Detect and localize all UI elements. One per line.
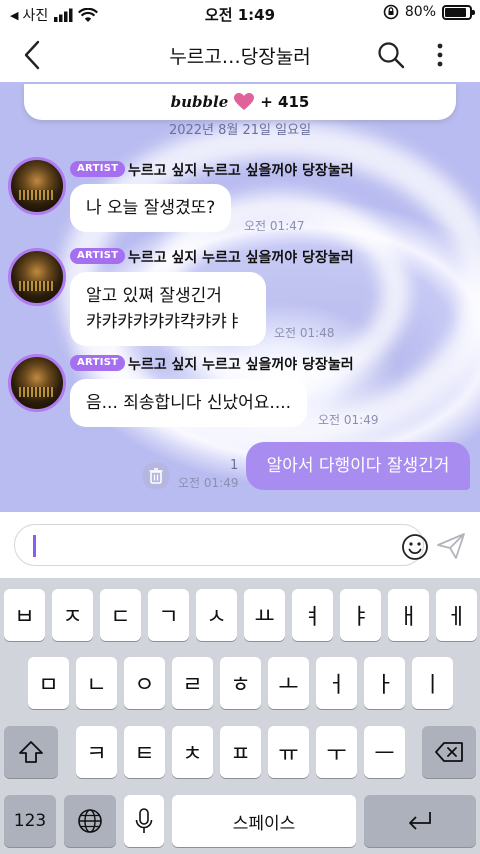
key[interactable]: ㅌ <box>124 726 165 778</box>
key[interactable]: ㅊ <box>172 726 213 778</box>
avatar[interactable] <box>8 354 66 412</box>
more-vertical-icon[interactable] <box>430 40 450 70</box>
battery-icon <box>442 4 475 20</box>
key[interactable]: ㄷ <box>100 589 141 641</box>
bubble-count: + 415 <box>260 93 310 111</box>
key[interactable]: ㅁ <box>28 657 69 709</box>
message-input[interactable] <box>14 524 428 566</box>
key[interactable]: ㅜ <box>316 726 357 778</box>
avatar[interactable] <box>8 157 66 215</box>
my-message-bubble[interactable]: 알아서 다행이다 잘생긴거 <box>246 442 470 490</box>
rotation-lock-icon <box>383 4 399 20</box>
read-count: 1 <box>230 458 239 473</box>
key[interactable]: ㅓ <box>316 657 357 709</box>
return-key[interactable] <box>364 795 476 847</box>
globe-key[interactable] <box>64 795 116 847</box>
message-time: 오전 01:49 <box>318 413 379 427</box>
key[interactable]: ㅐ <box>388 589 429 641</box>
message-line: 알고 있쪄 잘생긴거 <box>86 286 222 306</box>
keyboard: ㅂ ㅈ ㄷ ㄱ ㅅ ㅛ ㅕ ㅑ ㅐ ㅔ ㅁ ㄴ ㅇ ㄹ ㅎ ㅗ ㅓ ㅏ ㅣ ㅋ … <box>0 578 480 854</box>
globe-icon <box>78 809 102 833</box>
input-bar <box>0 512 480 578</box>
backspace-icon <box>435 742 463 762</box>
search-icon[interactable] <box>376 40 406 70</box>
shift-icon <box>19 741 43 763</box>
key[interactable]: ㄱ <box>148 589 189 641</box>
key[interactable]: ㅠ <box>268 726 309 778</box>
key[interactable]: ㅏ <box>364 657 405 709</box>
key[interactable]: ㅑ <box>340 589 381 641</box>
space-key[interactable]: 스페이스 <box>172 795 356 847</box>
key[interactable]: ㄹ <box>172 657 213 709</box>
numbers-key[interactable]: 123 <box>4 795 56 847</box>
avatar[interactable] <box>8 248 66 306</box>
smiley-icon[interactable] <box>401 533 429 561</box>
shift-key[interactable] <box>4 726 58 778</box>
key[interactable]: ㅂ <box>4 589 45 641</box>
chat-header: 누르고…당장눌러 <box>0 28 480 82</box>
key[interactable]: ㅋ <box>76 726 117 778</box>
mic-key[interactable] <box>124 795 164 847</box>
key[interactable]: ㅕ <box>292 589 333 641</box>
return-icon <box>409 812 431 830</box>
trash-icon <box>149 468 163 484</box>
backspace-key[interactable] <box>422 726 476 778</box>
status-bar: ◀ 사진 오전 1:49 80% <box>0 0 480 28</box>
message-time: 오전 01:48 <box>274 326 335 340</box>
key[interactable]: ㅔ <box>436 589 477 641</box>
artist-tag: ARTIST <box>70 248 126 264</box>
key[interactable]: ㅎ <box>220 657 261 709</box>
message-line: 캬캬캬캬캬캬캭캬캬ㅑ <box>86 312 243 332</box>
key[interactable]: ㅇ <box>124 657 165 709</box>
text-caret <box>33 535 36 557</box>
heart-icon <box>234 93 255 110</box>
message-bubble[interactable]: 음... 죄송합니다 신났어요.... <box>70 379 308 427</box>
key[interactable]: ㅛ <box>244 589 285 641</box>
key[interactable]: ㅡ <box>364 726 405 778</box>
bubble-banner[interactable]: bubble + 415 <box>24 84 456 120</box>
message-bubble[interactable]: 나 오늘 잘생겼또? <box>70 184 232 232</box>
date-divider: 2022년 8월 21일 일요일 <box>168 123 312 138</box>
send-icon[interactable] <box>436 532 466 560</box>
key[interactable]: ㄴ <box>76 657 117 709</box>
message-time: 오전 01:49 <box>178 476 239 490</box>
mic-icon <box>135 808 153 833</box>
delete-button[interactable] <box>142 462 170 490</box>
battery-percent: 80% <box>404 4 436 20</box>
key[interactable]: ㅅ <box>196 589 237 641</box>
key[interactable]: ㅗ <box>268 657 309 709</box>
key[interactable]: ㅈ <box>52 589 93 641</box>
sender-name: 누르고 싶지 누르고 싶을꺼야 당장눌러 <box>128 250 354 266</box>
message-time: 오전 01:47 <box>244 219 305 233</box>
key[interactable]: ㅍ <box>220 726 261 778</box>
page-title: 누르고…당장눌러 <box>169 46 311 68</box>
bubble-brand: bubble <box>170 93 229 111</box>
sender-name: 누르고 싶지 누르고 싶을꺼야 당장눌러 <box>128 357 354 373</box>
status-right: 80% <box>383 4 475 20</box>
artist-tag: ARTIST <box>70 355 126 371</box>
key[interactable]: ㅣ <box>412 657 453 709</box>
sender-name: 누르고 싶지 누르고 싶을꺼야 당장눌러 <box>128 163 354 179</box>
message-bubble[interactable]: 알고 있쪄 잘생긴거 캬캬캬캬캬캬캭캬캬ㅑ <box>70 272 266 346</box>
artist-tag: ARTIST <box>70 161 126 177</box>
